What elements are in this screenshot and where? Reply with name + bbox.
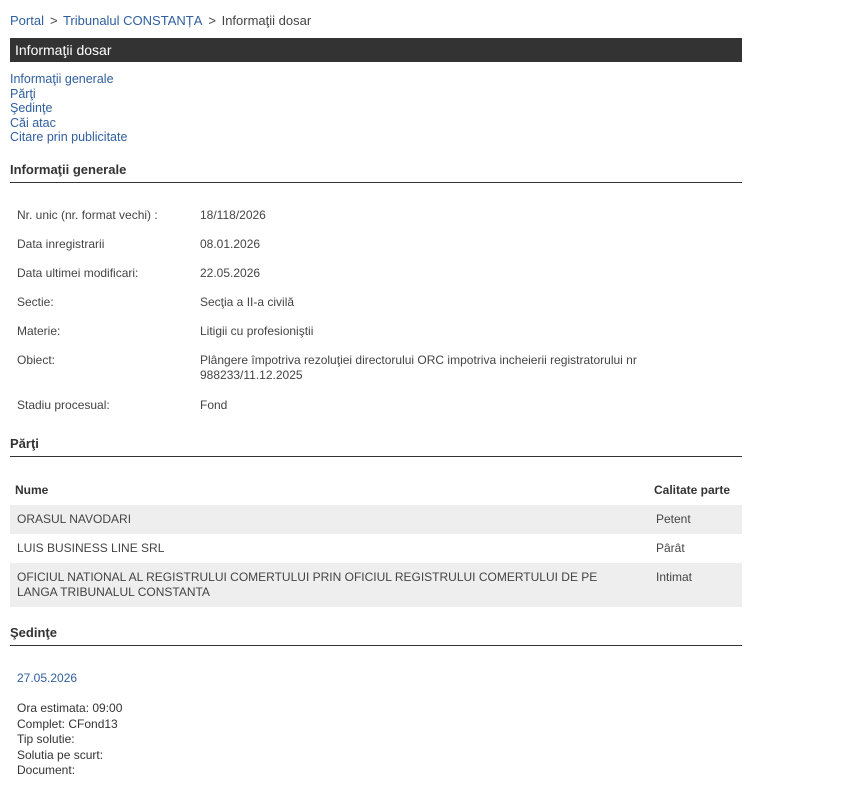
info-row-stadiu-procesual: Stadiu procesual: Fond bbox=[17, 398, 742, 418]
section-title-sedinte: Şedinţe bbox=[10, 625, 742, 646]
breadcrumb-portal-link[interactable]: Portal bbox=[10, 13, 44, 28]
info-label: Data ultimei modificari: bbox=[17, 266, 139, 280]
info-row-nr-unic: Nr. unic (nr. format vechi) : 18/118/202… bbox=[17, 208, 742, 237]
party-name: ORASUL NAVODARI bbox=[17, 512, 132, 526]
hearing-detail-tip-solutie: Tip solutie: bbox=[17, 732, 75, 746]
page-title-bar: Informaţii dosar bbox=[10, 38, 742, 62]
info-label: Sectie: bbox=[17, 295, 54, 309]
nav-link-informatii-generale[interactable]: Informaţii generale bbox=[10, 72, 127, 87]
table-row: OFICIUL NATIONAL AL REGISTRULUI COMERTUL… bbox=[10, 563, 742, 607]
hearing-detail-document: Document: bbox=[17, 763, 76, 777]
breadcrumb-separator: > bbox=[49, 13, 58, 28]
info-label: Data inregistrarii bbox=[17, 237, 105, 251]
info-value: Fond bbox=[200, 398, 228, 412]
info-label: Nr. unic (nr. format vechi) : bbox=[17, 208, 158, 222]
info-row-data-ultimei-modificari: Data ultimei modificari: 22.05.2026 bbox=[17, 266, 742, 295]
party-role: Pârât bbox=[656, 541, 685, 555]
page-title: Informaţii dosar bbox=[15, 42, 112, 58]
info-row-data-inregistrarii: Data inregistrarii 08.01.2026 bbox=[17, 237, 742, 266]
hearing-detail-ora-estimata: Ora estimata: 09:00 bbox=[17, 701, 123, 715]
info-value: Plângere împotriva rezoluţiei directorul… bbox=[200, 353, 637, 382]
table-row: ORASUL NAVODARI Petent bbox=[10, 505, 742, 534]
info-row-obiect: Obiect: Plângere împotriva rezoluţiei di… bbox=[17, 353, 742, 398]
table-row: LUIS BUSINESS LINE SRL Pârât bbox=[10, 534, 742, 563]
party-role: Petent bbox=[656, 512, 691, 526]
nav-link-citare-publicitate[interactable]: Citare prin publicitate bbox=[10, 130, 127, 145]
general-info-table: Nr. unic (nr. format vechi) : 18/118/202… bbox=[17, 208, 742, 418]
info-value: 08.01.2026 bbox=[200, 237, 261, 251]
hearing-detail-complet: Complet: CFond13 bbox=[17, 716, 118, 731]
section-title-informatii-generale: Informaţii generale bbox=[10, 162, 742, 183]
hearing-detail-solutia-pe-scurt: Solutia pe scurt: bbox=[17, 747, 104, 762]
party-name: OFICIUL NATIONAL AL REGISTRULUI COMERTUL… bbox=[17, 570, 598, 599]
hearing-details: Ora estimata: 09:00 Complet: CFond13 Tip… bbox=[17, 701, 122, 779]
info-row-materie: Materie: Litigii cu profesioniştii bbox=[17, 324, 742, 353]
info-value: Secţia a II-a civilă bbox=[200, 295, 295, 309]
breadcrumb: Portal > Tribunalul CONSTANȚA > Informaţii… bbox=[10, 13, 311, 28]
info-value: Litigii cu profesioniştii bbox=[200, 324, 314, 338]
parti-table-header: Nume Calitate parte bbox=[10, 475, 742, 505]
info-row-sectie: Sectie: Secţia a II-a civilă bbox=[17, 295, 742, 324]
party-name: LUIS BUSINESS LINE SRL bbox=[17, 541, 165, 555]
hearing-date-link[interactable]: 27.05.2026 bbox=[17, 671, 77, 685]
breadcrumb-court-link[interactable]: Tribunalul CONSTANȚA bbox=[63, 13, 202, 28]
section-nav: Informaţii generale Părţi Şedinţe Căi at… bbox=[10, 72, 127, 145]
breadcrumb-current: Informaţii dosar bbox=[221, 13, 312, 28]
parti-table: Nume Calitate parte ORASUL NAVODARI Pete… bbox=[10, 475, 742, 607]
info-value: 22.05.2026 bbox=[200, 266, 261, 280]
nav-link-parti[interactable]: Părţi bbox=[10, 87, 127, 102]
info-value: 18/118/2026 bbox=[200, 208, 266, 222]
column-header-nume: Nume bbox=[15, 482, 49, 497]
info-label: Materie: bbox=[17, 324, 61, 338]
info-label: Obiect: bbox=[17, 353, 56, 367]
nav-link-cai-atac[interactable]: Căi atac bbox=[10, 116, 127, 131]
nav-link-sedinte[interactable]: Şedinţe bbox=[10, 101, 127, 116]
breadcrumb-separator: > bbox=[208, 13, 216, 28]
info-label: Stadiu procesual: bbox=[17, 398, 110, 412]
section-title-parti: Părţi bbox=[10, 436, 742, 457]
column-header-calitate-parte: Calitate parte bbox=[654, 482, 731, 497]
party-role: Intimat bbox=[656, 570, 693, 584]
